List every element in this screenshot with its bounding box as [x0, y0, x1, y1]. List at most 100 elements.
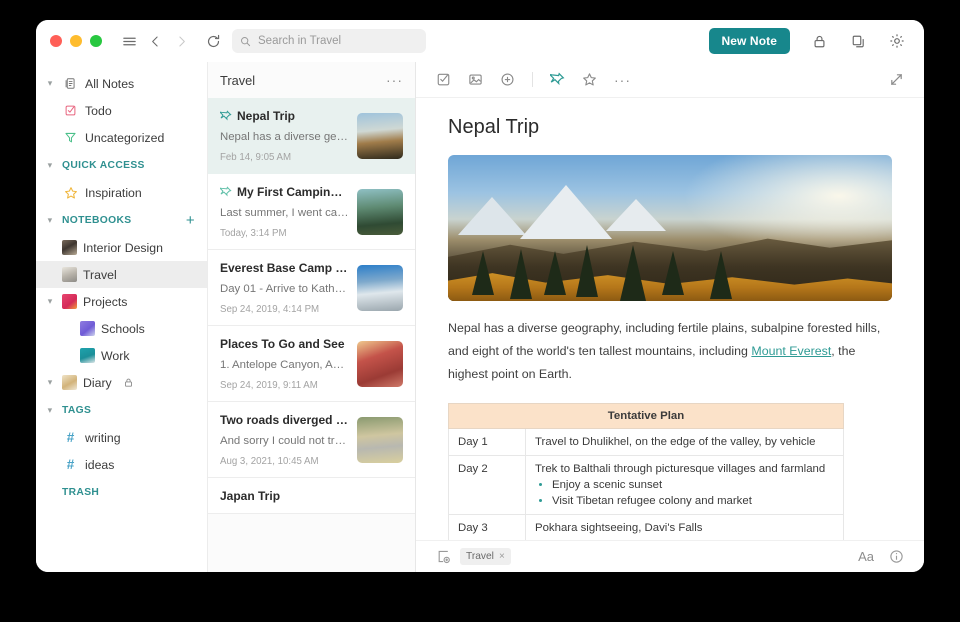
note-item-title-row: Japan Trip [220, 489, 403, 503]
lock-icon [123, 377, 134, 388]
checklist-icon[interactable] [436, 72, 451, 87]
more-icon[interactable]: ··· [614, 73, 631, 87]
add-notebook-button[interactable]: + [186, 212, 195, 229]
table-cell-main-text: Trek to Balthali through picturesque vil… [535, 463, 834, 475]
note-list-items: Nepal Trip Nepal has a diverse ge… Feb 1… [208, 98, 415, 572]
note-item-title-row: Two roads diverged in … [220, 413, 349, 427]
section-label: TAGS [62, 405, 91, 416]
sidebar-item-uncategorized[interactable]: Uncategorized [36, 124, 207, 151]
table-cell-day: Day 1 [449, 428, 526, 455]
sidebar-item-todo[interactable]: Todo [36, 97, 207, 124]
tree-shape [576, 245, 598, 297]
list-item: Visit Tibetan refugee colony and market [552, 495, 834, 507]
close-icon[interactable]: × [499, 551, 505, 562]
sidebar-item-label: Inspiration [85, 186, 142, 200]
note-item-snippet: Day 01 - Arrive to Kath… [220, 283, 349, 295]
sidebar-item-interior-design[interactable]: Interior Design [36, 234, 207, 261]
star-icon[interactable] [582, 72, 597, 87]
gear-icon[interactable] [884, 28, 910, 54]
add-tag-icon[interactable] [436, 549, 451, 564]
notes-icon [62, 77, 79, 90]
editor-pane: ··· Nepal Trip [416, 62, 924, 572]
image-icon[interactable] [468, 72, 483, 87]
note-item-snippet: Nepal has a diverse ge… [220, 131, 349, 143]
sidebar-item-trash[interactable]: TRASH [36, 478, 207, 506]
sidebar-item-label: Diary [83, 376, 112, 390]
table-row: Day 2 Trek to Balthali through picturesq… [449, 455, 844, 514]
hash-icon: # [62, 457, 79, 472]
tree-shape [544, 251, 566, 295]
table-header-row: Tentative Plan [449, 403, 844, 428]
chevron-down-icon[interactable]: ▾ [44, 78, 56, 89]
sidebar-section-tags[interactable]: ▾ TAGS [36, 396, 207, 424]
sidebar-item-inspiration[interactable]: Inspiration [36, 179, 207, 206]
sidebar-section-quick-access[interactable]: ▾ QUICK ACCESS [36, 151, 207, 179]
lock-icon[interactable] [806, 28, 832, 54]
table-cell-text: Trek to Balthali through picturesque vil… [526, 455, 844, 514]
list-item[interactable]: Places To Go and See 1. Antelope Canyon,… [208, 326, 415, 402]
chevron-down-icon[interactable]: ▾ [44, 405, 56, 416]
note-item-date: Sep 24, 2019, 4:14 PM [220, 304, 349, 315]
sidebar-item-tag-writing[interactable]: # writing [36, 424, 207, 451]
chevron-down-icon[interactable]: ▾ [44, 160, 56, 171]
table-head: Tentative Plan [449, 403, 844, 428]
mount-everest-link[interactable]: Mount Everest [751, 344, 831, 358]
todo-checkbox-icon [62, 104, 79, 117]
notebook-thumb-icon [80, 321, 95, 336]
info-icon[interactable] [889, 549, 904, 564]
sidebar-item-schools[interactable]: Schools [36, 315, 207, 342]
note-item-title-row: Nepal Trip [220, 109, 349, 123]
note-item-title: Nepal Trip [237, 109, 295, 123]
list-item[interactable]: My First Camping … Last summer, I went c… [208, 174, 415, 250]
table-cell-day: Day 2 [449, 455, 526, 514]
sidebar-item-all-notes[interactable]: ▾ All Notes [36, 70, 207, 97]
maximize-window-button[interactable] [90, 35, 102, 47]
chevron-down-icon[interactable]: ▾ [44, 377, 56, 388]
sidebar-item-projects[interactable]: ▾ Projects [36, 288, 207, 315]
new-note-button[interactable]: New Note [709, 28, 790, 54]
sidebar-item-label: Work [101, 349, 129, 363]
list-item[interactable]: Two roads diverged in … And sorry I coul… [208, 402, 415, 478]
tag-chip-travel[interactable]: Travel × [460, 548, 511, 565]
font-size-button[interactable]: Aa [858, 549, 874, 564]
list-item[interactable]: Japan Trip [208, 478, 415, 514]
pin-icon[interactable] [550, 72, 565, 87]
star-icon [62, 186, 79, 200]
table-cell-text: Travel to Dhulikhel, on the edge of the … [526, 428, 844, 455]
table-cell-bullets: Enjoy a scenic sunset Visit Tibetan refu… [552, 479, 834, 507]
search-input[interactable]: Search in Travel [232, 29, 426, 53]
sidebar-item-travel[interactable]: Travel [36, 261, 207, 288]
table-row: Day 1 Travel to Dhulikhel, on the edge o… [449, 428, 844, 455]
close-window-button[interactable] [50, 35, 62, 47]
add-circle-icon[interactable] [500, 72, 515, 87]
sidebar-item-diary[interactable]: ▾ Diary [36, 369, 207, 396]
page-title: Nepal Trip [448, 116, 892, 139]
minimize-window-button[interactable] [70, 35, 82, 47]
chevron-down-icon[interactable]: ▾ [44, 215, 56, 226]
copy-icon[interactable] [845, 28, 871, 54]
section-label: QUICK ACCESS [62, 160, 145, 171]
note-item-body: My First Camping … Last summer, I went c… [220, 185, 349, 239]
sidebar-item-work[interactable]: Work [36, 342, 207, 369]
editor-toolbar: ··· [416, 62, 924, 98]
mountain-peak-shape [520, 185, 612, 239]
sidebar-item-tag-ideas[interactable]: # ideas [36, 451, 207, 478]
note-list-pane: Travel ··· Nepal Trip Nepal has a [208, 62, 416, 572]
notebook-thumb-icon [62, 375, 77, 390]
note-list-header: Travel ··· [208, 62, 415, 98]
expand-icon[interactable] [889, 72, 904, 87]
forward-icon[interactable] [168, 28, 194, 54]
tree-shape [620, 245, 646, 301]
search-icon [240, 36, 251, 47]
sidebar-toggle-icon[interactable] [116, 28, 142, 54]
refresh-icon[interactable] [200, 28, 226, 54]
editor-content[interactable]: Nepal Trip [416, 98, 924, 540]
sidebar-item-label: ideas [85, 458, 114, 472]
sidebar-section-notebooks[interactable]: ▾ NOTEBOOKS + [36, 206, 207, 234]
chevron-down-icon[interactable]: ▾ [44, 296, 56, 307]
note-list-more-icon[interactable]: ··· [386, 72, 403, 88]
list-item[interactable]: Nepal Trip Nepal has a diverse ge… Feb 1… [208, 98, 415, 174]
note-item-snippet: 1. Antelope Canyon, A… [220, 359, 349, 371]
back-icon[interactable] [142, 28, 168, 54]
list-item[interactable]: Everest Base Camp Trek Day 01 - Arrive t… [208, 250, 415, 326]
